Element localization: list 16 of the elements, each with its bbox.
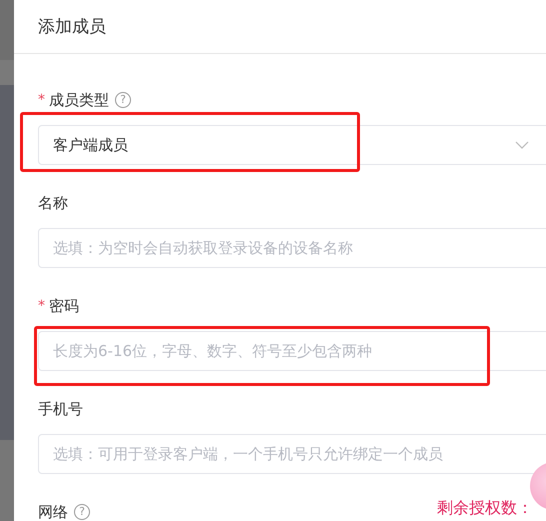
field-label: 网络 — [38, 502, 68, 521]
chevron-down-icon — [515, 141, 529, 149]
field-label: 名称 — [38, 194, 68, 212]
help-icon[interactable]: ? — [115, 92, 131, 108]
member-type-select[interactable]: 客户端成员 — [38, 125, 546, 165]
help-icon[interactable]: ? — [74, 504, 90, 520]
required-mark: * — [38, 298, 45, 314]
input-field[interactable]: 选填：为空时会自动获取登录设备的设备名称 — [38, 228, 546, 268]
field-label: 手机号 — [38, 400, 83, 418]
input-field[interactable]: 长度为6-16位，字母、数字、符号至少包含两种 — [38, 331, 546, 371]
drawer-title: 添加成员 — [38, 16, 106, 38]
input-field[interactable]: 选填：可用于登录客户端，一个手机号只允许绑定一个成员 — [38, 434, 546, 474]
license-count-text: 剩余授权数： — [437, 498, 533, 519]
field-label: 成员类型 — [49, 90, 109, 110]
required-mark: * — [38, 92, 45, 108]
field-label: 密码 — [49, 296, 79, 316]
